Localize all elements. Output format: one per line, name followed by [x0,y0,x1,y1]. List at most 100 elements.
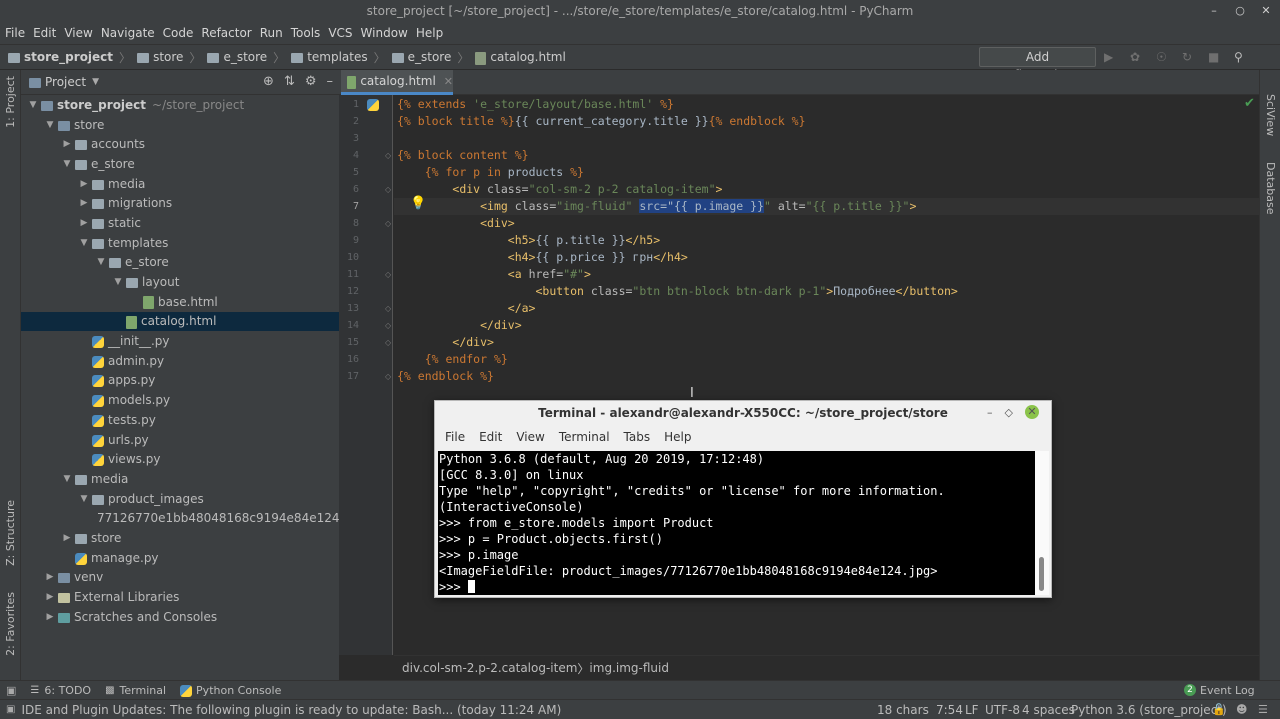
chevron-down-icon[interactable]: ▼ [59,474,75,484]
lock-icon[interactable]: 🔓 [1212,703,1226,716]
tree-item[interactable]: ▼ store_project ~/store_project [21,95,339,115]
chevron-right-icon[interactable]: ▶ [59,533,75,543]
lightbulb-icon[interactable]: 💡 [410,196,426,211]
favorites-tool-button[interactable]: 2: Favorites [4,592,17,656]
fold-marker-icon[interactable]: ◇ [385,321,391,330]
terminal-menu-view[interactable]: View [516,430,544,444]
tree-item[interactable]: ▼ templates [21,233,339,253]
terminal-menu-edit[interactable]: Edit [479,430,502,444]
terminal-output[interactable]: Python 3.6.8 (default, Aug 20 2019, 17:1… [438,451,1035,595]
terminal-scrollbar[interactable] [1035,451,1049,595]
chevron-right-icon[interactable]: ▶ [76,179,92,189]
gear-icon[interactable]: ⚙ [305,75,317,89]
stop-icon[interactable]: ■ [1208,50,1222,64]
tree-item[interactable]: ▼ product_images [21,489,339,509]
menu-item-file[interactable]: File [5,26,30,40]
debug-icon[interactable]: ✿ [1130,50,1144,64]
tree-item[interactable]: 77126770e1bb48048168c9194e84e124.j [21,508,339,528]
tree-item[interactable]: ▶ media [21,174,339,194]
fold-marker-icon[interactable]: ◇ [385,304,391,313]
tool-windows-icon[interactable]: ▣ [6,684,16,697]
line-separator[interactable]: LF [965,703,979,717]
menu-item-run[interactable]: Run [260,26,288,40]
editor-breadcrumb-item[interactable]: img.img-fluid [589,661,669,675]
close-tab-icon[interactable]: ✕ [444,75,453,88]
terminal-menu-help[interactable]: Help [664,430,691,444]
tree-item[interactable]: ▶ migrations [21,193,339,213]
fold-marker-icon[interactable]: ◇ [385,219,391,228]
menu-item-navigate[interactable]: Navigate [101,26,160,40]
tree-item[interactable]: ▶ External Libraries [21,587,339,607]
breadcrumb-item[interactable]: templates [307,50,367,64]
chevron-right-icon[interactable]: ▶ [42,592,58,602]
tree-item[interactable]: ▶ accounts [21,134,339,154]
project-tool-button[interactable]: 1: Project [4,76,17,128]
chevron-right-icon[interactable]: ▶ [42,612,58,622]
menu-item-code[interactable]: Code [163,26,199,40]
terminal-menu-tabs[interactable]: Tabs [624,430,651,444]
python-console-tool-button[interactable]: Python Console [180,684,281,697]
menu-item-vcs[interactable]: VCS [328,26,357,40]
terminal-maximize-icon[interactable]: ◇ [1005,406,1013,419]
menu-item-view[interactable]: View [64,26,97,40]
tree-item[interactable]: ▼ e_store [21,253,339,273]
tree-item[interactable]: admin.py [21,351,339,371]
locate-icon[interactable]: ⊕ [263,75,274,89]
chevron-down-icon[interactable]: ▼ [76,494,92,504]
structure-tool-button[interactable]: Z: Structure [4,500,17,566]
chevron-right-icon[interactable]: ▶ [76,218,92,228]
collapse-all-icon[interactable]: ⇅ [284,75,295,89]
tree-item[interactable]: apps.py [21,371,339,391]
todo-tool-button[interactable]: ☰ 6: TODO [30,684,91,697]
editor-breadcrumb-item[interactable]: div.col-sm-2.p-2.catalog-item [402,661,577,675]
terminal-tool-button[interactable]: ▩ Terminal [105,684,166,697]
breadcrumb-item[interactable]: e_store [408,50,452,64]
chevron-down-icon[interactable]: ▼ [59,159,75,169]
tree-item[interactable]: ▼ layout [21,272,339,292]
breadcrumb-item[interactable]: store_project [24,50,113,64]
chevron-down-icon[interactable]: ▼ [25,100,41,110]
menu-item-window[interactable]: Window [361,26,413,40]
tree-item[interactable]: urls.py [21,430,339,450]
hide-icon[interactable]: – [327,75,334,89]
close-icon[interactable]: ✕ [1258,3,1274,19]
chevron-down-icon[interactable]: ▼ [42,120,58,130]
fold-marker-icon[interactable]: ◇ [385,151,391,160]
tree-item[interactable]: manage.py [21,548,339,568]
tree-item[interactable]: ▼ media [21,469,339,489]
minimize-icon[interactable]: – [1206,3,1222,19]
chevron-right-icon[interactable]: ▶ [42,572,58,582]
maximize-icon[interactable]: ○ [1232,3,1248,19]
fold-marker-icon[interactable]: ◇ [385,270,391,279]
tab-catalog-html[interactable]: catalog.html ✕ [341,70,453,95]
menu-item-tools[interactable]: Tools [291,26,326,40]
menu-item-edit[interactable]: Edit [33,26,61,40]
tree-item[interactable]: tests.py [21,410,339,430]
event-log-tool-button[interactable]: 2 Event Log [1184,684,1255,697]
tree-item[interactable]: ▼ e_store [21,154,339,174]
chevron-down-icon[interactable]: ▼ [110,277,126,287]
tree-item[interactable]: ▶ Scratches and Consoles [21,607,339,627]
sciview-tool-button[interactable]: SciView [1264,94,1277,136]
chevron-down-icon[interactable]: ▼ [92,77,99,87]
breadcrumb-item[interactable]: e_store [223,50,267,64]
tree-item[interactable]: models.py [21,390,339,410]
search-everywhere-icon[interactable]: ⚲ [1234,50,1248,64]
breadcrumb-item[interactable]: store [153,50,183,64]
indent-setting[interactable]: 4 spaces [1022,703,1075,717]
add-configuration-button[interactable]: Add Configuration... [979,47,1096,82]
caret-position[interactable]: 7:54 [936,703,963,717]
fold-marker-icon[interactable]: ◇ [385,372,391,381]
chevron-down-icon[interactable]: ▼ [93,257,109,267]
terminal-menu-terminal[interactable]: Terminal [559,430,610,444]
tree-item[interactable]: views.py [21,449,339,469]
inspector-icon[interactable]: ☻ [1236,703,1247,716]
file-encoding[interactable]: UTF-8 [985,703,1020,717]
fold-marker-icon[interactable]: ◇ [385,338,391,347]
chevron-right-icon[interactable]: ▶ [76,198,92,208]
coverage-icon[interactable]: ☉ [1156,50,1170,64]
profile-icon[interactable]: ↻ [1182,50,1196,64]
tree-item[interactable]: __init__.py [21,331,339,351]
menu-item-help[interactable]: Help [416,26,448,40]
tree-item[interactable]: ▶ venv [21,568,339,588]
